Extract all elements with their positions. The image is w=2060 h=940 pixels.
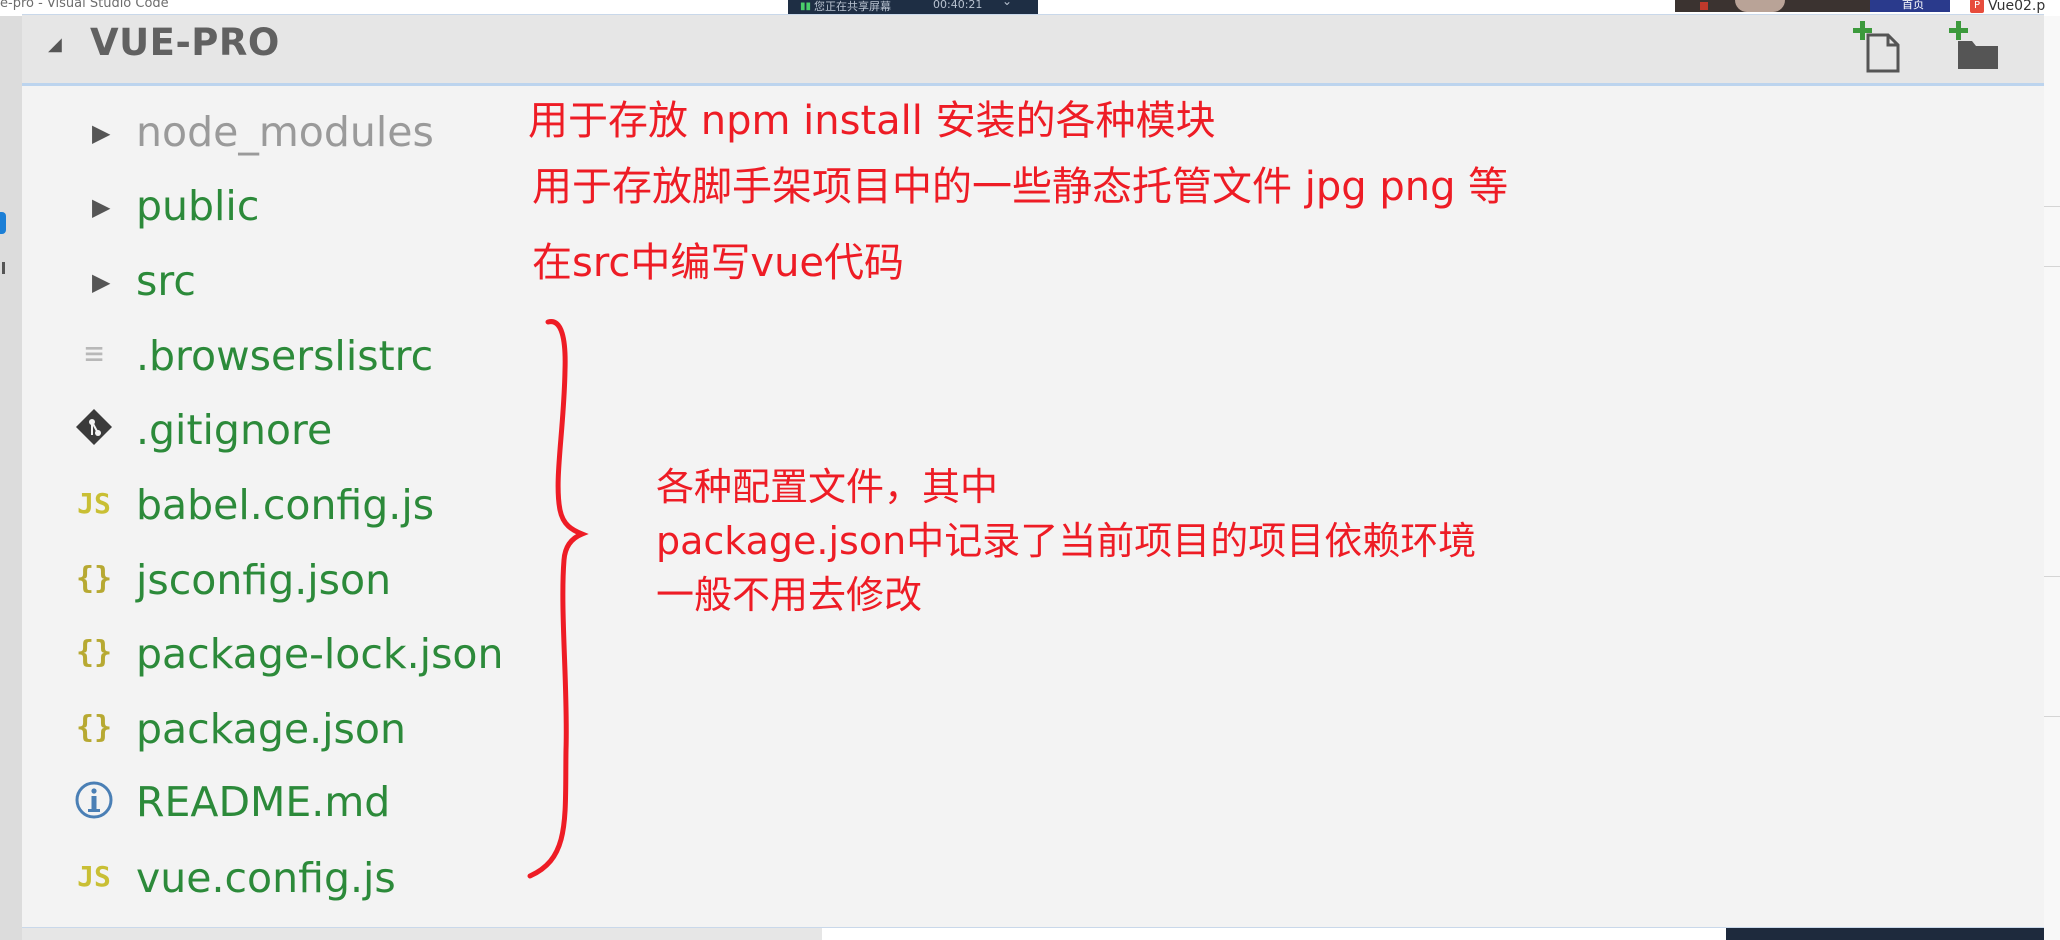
file-name: babel.config.js	[136, 481, 435, 529]
active-indicator	[0, 212, 6, 234]
browser-tab-vue[interactable]: P Vue02.p	[1970, 0, 2045, 14]
annotation-src: 在src中编写vue代码	[532, 240, 905, 286]
window-title: e-pro - Visual Studio Code	[0, 0, 169, 11]
chevron-right-icon[interactable]: ▶	[92, 193, 110, 221]
file-name: package-lock.json	[136, 630, 504, 678]
js-icon: JS	[77, 860, 111, 893]
tree-item-babel-config[interactable]: JS babel.config.js	[22, 476, 582, 536]
file-name: .gitignore	[136, 406, 333, 454]
file-name: src	[136, 257, 196, 305]
chevron-down-icon[interactable]: ⌄	[1002, 0, 1012, 8]
annotation-public: 用于存放脚手架项目中的一些静态托管文件 jpg png 等	[532, 164, 1509, 210]
file-name: package.json	[136, 705, 406, 753]
tab-label: Vue02.p	[1988, 0, 2046, 14]
browser-tab-home[interactable]: 首页	[1870, 0, 1950, 12]
file-name: vue.config.js	[136, 854, 396, 902]
tree-item-package-json[interactable]: {} package.json	[22, 700, 582, 760]
share-timer: 00:40:21	[933, 0, 983, 11]
json-icon: {}	[75, 635, 113, 670]
tree-item-node-modules[interactable]: ▶ node_modules	[22, 103, 582, 163]
new-file-button[interactable]	[1850, 19, 1904, 75]
screen-share-bar[interactable]: ▮▮ 您正在共享屏幕 00:40:21 ⌄	[788, 0, 1038, 14]
tree-item-gitignore[interactable]: .gitignore	[22, 401, 582, 461]
webcam-preview	[1675, 0, 1870, 12]
pdf-icon: P	[1970, 0, 1984, 13]
info-icon	[74, 779, 114, 823]
lines-icon: ≡	[84, 334, 104, 372]
file-name: node_modules	[136, 108, 434, 156]
git-icon	[74, 407, 114, 451]
file-name: public	[136, 182, 260, 230]
tree-item-jsconfig[interactable]: {} jsconfig.json	[22, 551, 582, 611]
tree-item-public[interactable]: ▶ public	[22, 177, 582, 237]
collapse-triangle-icon[interactable]: ◢	[48, 34, 62, 55]
tab-label: 首页	[1902, 0, 1924, 11]
new-file-icon	[1853, 21, 1900, 73]
activity-bar-edge	[0, 16, 23, 940]
tree-item-package-lock[interactable]: {} package-lock.json	[22, 625, 582, 685]
tree-item-vue-config[interactable]: JS vue.config.js	[22, 849, 582, 909]
tree-item-browserslistrc[interactable]: ≡ .browserslistrc	[22, 327, 582, 387]
chevron-right-icon[interactable]: ▶	[92, 119, 110, 147]
tree-item-src[interactable]: ▶ src	[22, 252, 582, 312]
share-status-text: 您正在共享屏幕	[814, 0, 891, 13]
background-window-edge	[2044, 16, 2060, 940]
file-name: README.md	[136, 778, 391, 826]
file-tree: ▶ node_modules ▶ public ▶ src ≡ .browser…	[22, 93, 582, 913]
new-folder-button[interactable]	[1946, 19, 2000, 75]
json-icon: {}	[75, 561, 113, 596]
explorer-section-header[interactable]: ◢ VUE-PRO	[22, 15, 2044, 86]
js-icon: JS	[77, 487, 111, 520]
chevron-right-icon[interactable]: ▶	[92, 268, 110, 296]
annotation-node-modules: 用于存放 npm install 安装的各种模块	[528, 98, 1216, 144]
new-folder-icon	[1949, 21, 1998, 69]
file-name: .browserslistrc	[136, 332, 434, 380]
tree-item-readme[interactable]: README.md	[22, 773, 582, 833]
annotation-config-files: 各种配置文件，其中 package.json中记录了当前项目的项目依赖环境 一般…	[656, 465, 1477, 617]
signal-icon: ▮▮	[800, 1, 812, 12]
file-name: jsconfig.json	[136, 556, 392, 604]
json-icon: {}	[75, 710, 113, 745]
section-title: VUE-PRO	[90, 21, 280, 64]
curly-brace-annotation	[527, 319, 589, 879]
